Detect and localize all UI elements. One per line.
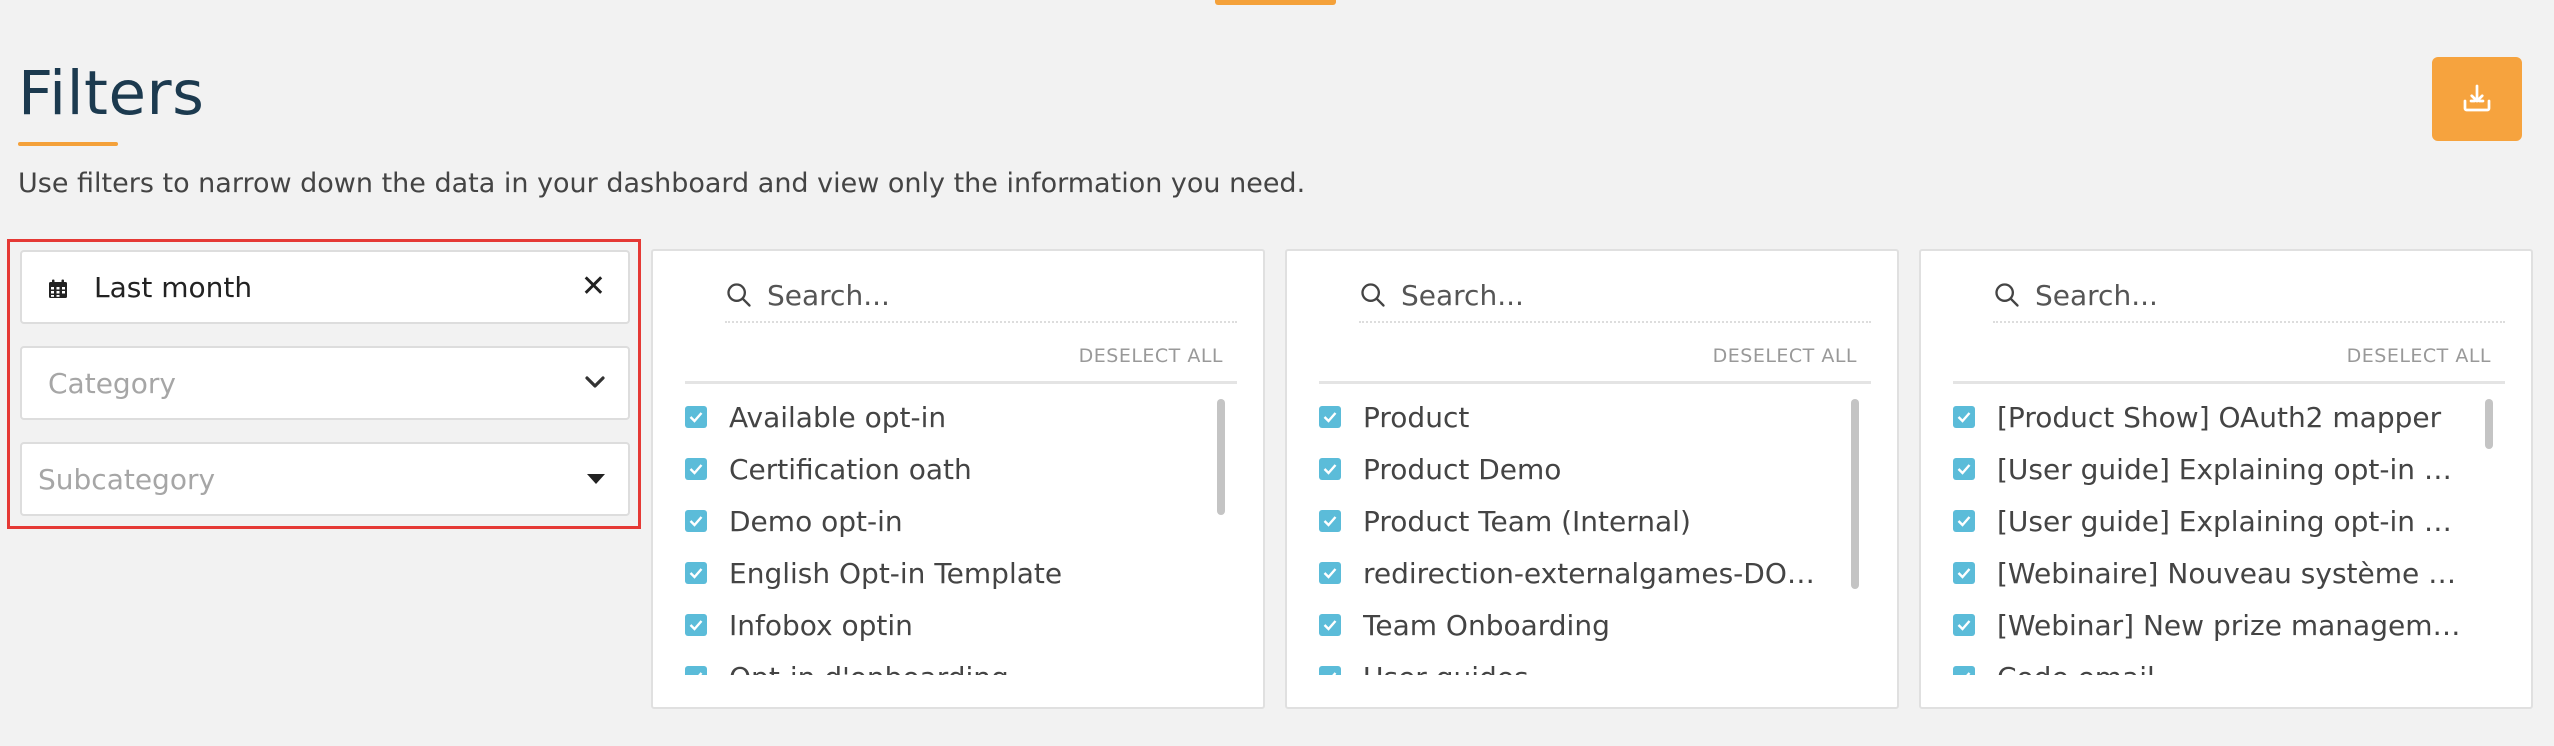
checkbox-checked-icon[interactable] xyxy=(1953,510,1975,532)
divider xyxy=(1319,381,1871,384)
list-item-label: redirection-externalgames-DONOTUSE xyxy=(1363,556,1833,590)
search-icon xyxy=(725,281,753,313)
list-item[interactable]: [User guide] Explaining opt-in categorie… xyxy=(1953,449,2473,489)
list-item[interactable]: Code email xyxy=(1953,657,2473,675)
list-item[interactable]: English Opt-in Template xyxy=(685,553,1205,593)
scrollbar[interactable] xyxy=(1851,399,1859,589)
checkbox-checked-icon[interactable] xyxy=(1953,562,1975,584)
search-input[interactable] xyxy=(1401,275,1861,315)
list-item[interactable]: Available opt-in xyxy=(685,397,1205,437)
checkbox-checked-icon[interactable] xyxy=(685,458,707,480)
category-select[interactable]: Category xyxy=(20,346,630,420)
title-underline xyxy=(18,142,118,146)
list-item-label: Certification oath xyxy=(729,452,972,486)
list-item[interactable]: redirection-externalgames-DONOTUSE xyxy=(1319,553,1839,593)
checkbox-checked-icon[interactable] xyxy=(685,614,707,636)
list-item-label: [User guide] Explaining opt-in categorie… xyxy=(1997,504,2467,538)
date-range-field[interactable]: Last month ✕ xyxy=(20,250,630,324)
list-item[interactable]: Opt-in d'onboarding xyxy=(685,657,1205,675)
checkbox-checked-icon[interactable] xyxy=(1319,458,1341,480)
list-item-label: Product xyxy=(1363,400,1470,434)
list-item[interactable]: Product Demo xyxy=(1319,449,1839,489)
scrollbar[interactable] xyxy=(1217,399,1225,515)
filter-list-categories: DESELECT ALL Product Product Demo Produc… xyxy=(1285,249,1899,709)
checkbox-checked-icon[interactable] xyxy=(685,510,707,532)
checkbox-list: [Product Show] OAuth2 mapper [User guide… xyxy=(1953,397,2473,675)
checkbox-checked-icon[interactable] xyxy=(685,406,707,428)
checkbox-checked-icon[interactable] xyxy=(1953,666,1975,675)
divider xyxy=(1953,381,2505,384)
date-range-value: Last month xyxy=(94,270,253,304)
list-item-label: [User guide] Explaining opt-in categorie… xyxy=(1997,452,2467,486)
list-item-label: [Webinaire] Nouveau système de gestion xyxy=(1997,556,2467,590)
checkbox-checked-icon[interactable] xyxy=(685,562,707,584)
list-item[interactable]: Product Team (Internal) xyxy=(1319,501,1839,541)
deselect-all-button[interactable]: DESELECT ALL xyxy=(1079,345,1223,367)
checkbox-checked-icon[interactable] xyxy=(1953,614,1975,636)
deselect-all-button[interactable]: DESELECT ALL xyxy=(1713,345,1857,367)
list-item[interactable]: Team Onboarding xyxy=(1319,605,1839,645)
chevron-down-icon[interactable] xyxy=(584,374,606,393)
list-item-label: Infobox optin xyxy=(729,608,913,642)
list-item-label: Code email xyxy=(1997,661,2467,676)
checkbox-checked-icon[interactable] xyxy=(1319,562,1341,584)
checkbox-checked-icon[interactable] xyxy=(1319,614,1341,636)
list-item-label: Product Demo xyxy=(1363,452,1562,486)
page-subtitle: Use filters to narrow down the data in y… xyxy=(18,168,1306,199)
filter-list-opt-ins: DESELECT ALL Available opt-in Certificat… xyxy=(651,249,1265,709)
checkbox-list: Available opt-in Certification oath Demo… xyxy=(685,397,1205,675)
list-item-label: [Product Show] OAuth2 mapper xyxy=(1997,400,2442,434)
filter-fields-panel: Last month ✕ Category Subcategory xyxy=(7,239,641,529)
checkbox-checked-icon[interactable] xyxy=(1319,666,1341,675)
caret-down-icon[interactable] xyxy=(586,470,606,489)
active-tab-indicator xyxy=(1215,0,1336,5)
scrollbar[interactable] xyxy=(2485,399,2493,449)
deselect-all-button[interactable]: DESELECT ALL xyxy=(2347,345,2491,367)
list-item-label: Opt-in d'onboarding xyxy=(729,661,1199,676)
search-box xyxy=(1359,269,1871,323)
list-item-label: Team Onboarding xyxy=(1363,608,1610,642)
subcategory-select[interactable]: Subcategory xyxy=(20,442,630,516)
download-button[interactable] xyxy=(2432,57,2522,141)
page-title: Filters xyxy=(18,58,205,129)
category-placeholder: Category xyxy=(48,366,176,400)
list-item[interactable]: Infobox optin xyxy=(685,605,1205,645)
checkbox-checked-icon[interactable] xyxy=(685,666,707,675)
list-item[interactable]: [Webinaire] Nouveau système de gestion xyxy=(1953,553,2473,593)
checkbox-checked-icon[interactable] xyxy=(1953,406,1975,428)
search-icon xyxy=(1359,281,1387,313)
list-item-label: English Opt-in Template xyxy=(729,556,1063,590)
list-item[interactable]: User guides xyxy=(1319,657,1839,675)
list-item-label: Product Team (Internal) xyxy=(1363,504,1691,538)
subcategory-placeholder: Subcategory xyxy=(38,462,216,496)
checkbox-checked-icon[interactable] xyxy=(1319,510,1341,532)
checkbox-list: Product Product Demo Product Team (Inter… xyxy=(1319,397,1839,675)
divider xyxy=(685,381,1237,384)
list-item[interactable]: Demo opt-in xyxy=(685,501,1205,541)
search-input[interactable] xyxy=(767,275,1227,315)
checkbox-checked-icon[interactable] xyxy=(1953,458,1975,480)
list-item-label: Demo opt-in xyxy=(729,504,903,538)
list-item[interactable]: Certification oath xyxy=(685,449,1205,489)
search-box xyxy=(725,269,1237,323)
list-item[interactable]: Product xyxy=(1319,397,1839,437)
search-icon xyxy=(1993,281,2021,313)
close-icon[interactable]: ✕ xyxy=(581,272,606,302)
list-item-label: [Webinar] New prize management system xyxy=(1997,608,2467,642)
list-item[interactable]: [Product Show] OAuth2 mapper xyxy=(1953,397,2473,437)
checkbox-checked-icon[interactable] xyxy=(1319,406,1341,428)
list-item-label: Available opt-in xyxy=(729,400,947,434)
download-icon xyxy=(2459,80,2495,119)
list-item[interactable]: [Webinar] New prize management system xyxy=(1953,605,2473,645)
list-item-label: User guides xyxy=(1363,661,1833,676)
search-box xyxy=(1993,269,2505,323)
filter-list-subcategories: DESELECT ALL [Product Show] OAuth2 mappe… xyxy=(1919,249,2533,709)
list-item[interactable]: [User guide] Explaining opt-in categorie… xyxy=(1953,501,2473,541)
calendar-icon xyxy=(48,279,68,303)
search-input[interactable] xyxy=(2035,275,2495,315)
